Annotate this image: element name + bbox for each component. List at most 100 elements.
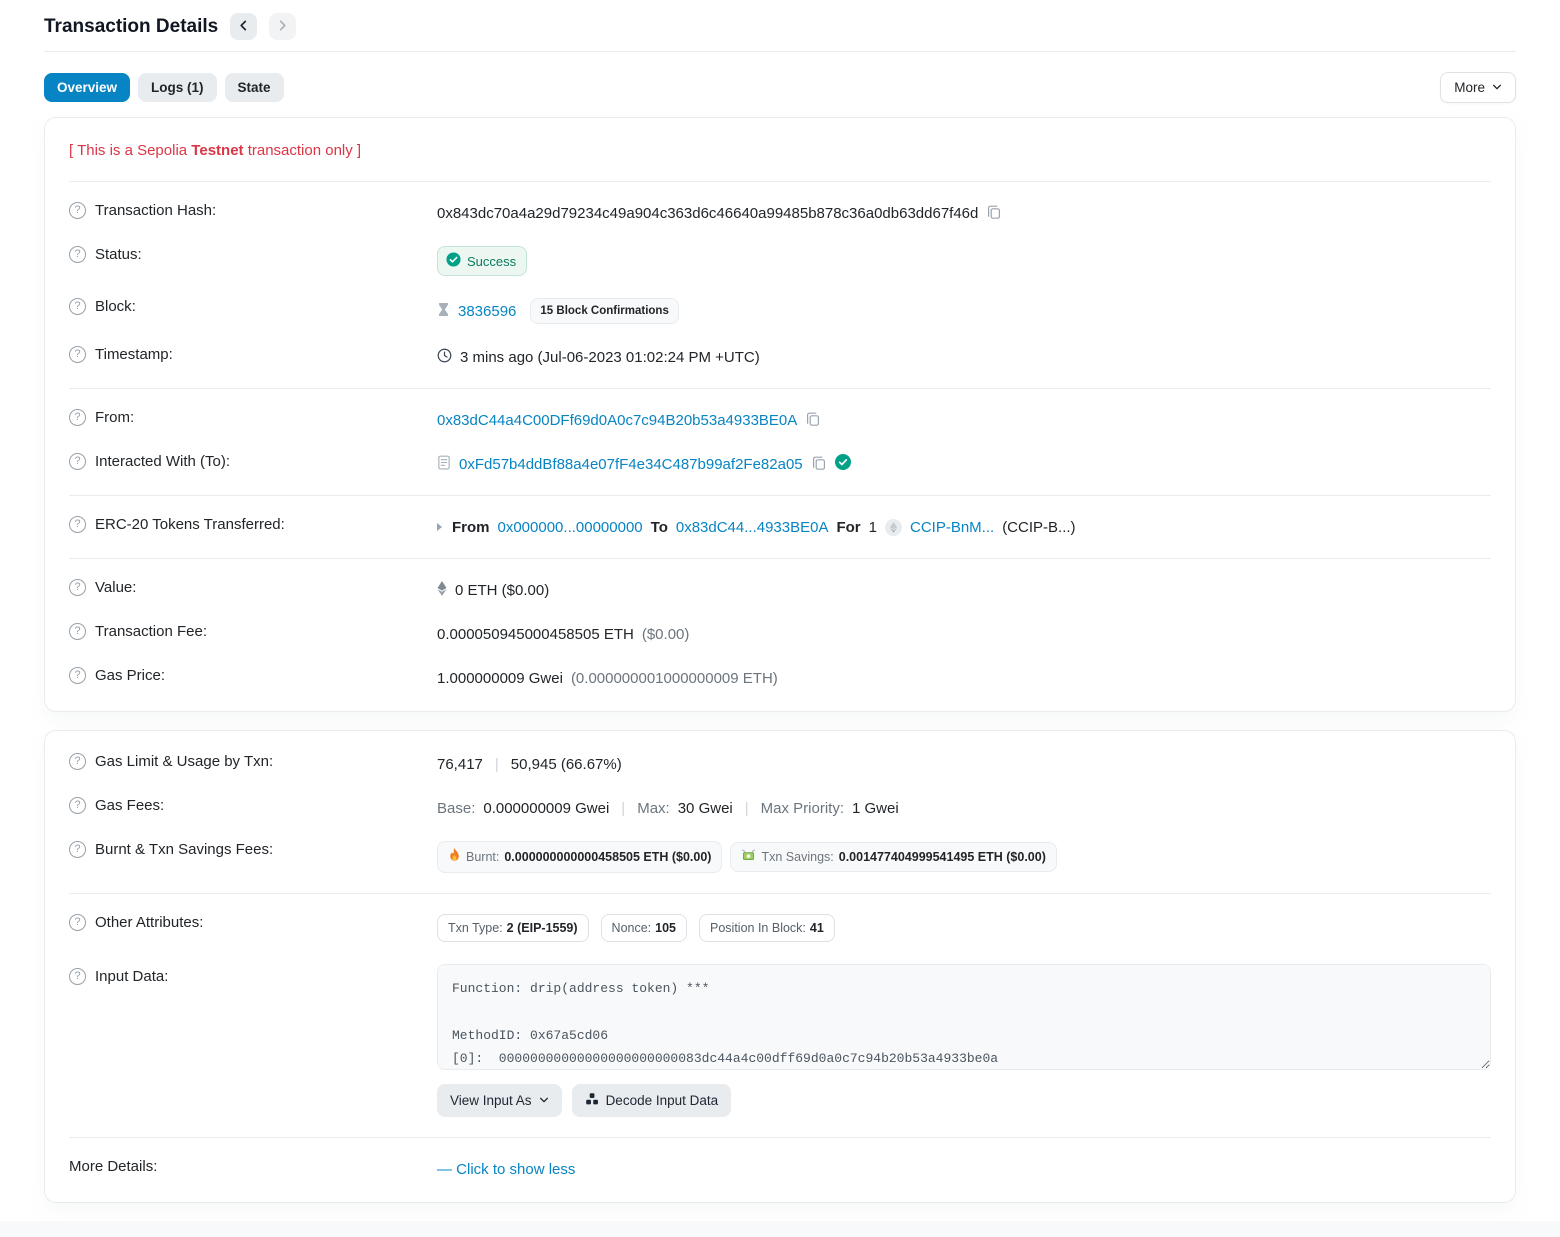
chevron-down-icon (539, 1093, 549, 1108)
gas-fees-row: Gas Fees: Base: 0.000000009 Gwei | Max: … (69, 786, 1491, 830)
help-icon[interactable] (69, 202, 86, 219)
copy-icon (805, 411, 821, 430)
testnet-notice: [ This is a Sepolia Testnet transaction … (69, 129, 1491, 172)
help-icon[interactable] (69, 409, 86, 426)
txn-type-value: 2 (EIP-1559) (507, 921, 578, 935)
help-icon[interactable] (69, 667, 86, 684)
verified-check-icon (835, 454, 851, 474)
input-data-row: Input Data: Function: drip(address token… (69, 953, 1491, 1128)
chevron-down-icon (1492, 80, 1502, 95)
help-icon[interactable] (69, 914, 86, 931)
help-icon[interactable] (69, 246, 86, 263)
tab-logs[interactable]: Logs (1) (138, 73, 217, 102)
help-icon[interactable] (69, 753, 86, 770)
erc20-to-address-link[interactable]: 0x83dC44...4933BE0A (676, 519, 829, 536)
gas-section: Gas Limit & Usage by Txn: 76,417 | 50,94… (69, 733, 1491, 893)
burnt-savings-label: Burnt & Txn Savings Fees: (95, 841, 273, 858)
txn-type-badge: Txn Type: 2 (EIP-1559) (437, 914, 589, 942)
help-icon[interactable] (69, 298, 86, 315)
show-less-link[interactable]: — Click to show less (437, 1161, 575, 1178)
main-container: Transaction Details Overview Logs (1) St… (0, 0, 1560, 1203)
other-attributes-label: Other Attributes: (95, 914, 203, 931)
erc20-label: ERC-20 Tokens Transferred: (95, 516, 285, 533)
tab-overview[interactable]: Overview (44, 73, 130, 102)
txn-savings-value: 0.001477404999541495 ETH ($0.00) (839, 850, 1046, 864)
erc20-amount: 1 (869, 519, 877, 536)
more-button[interactable]: More (1440, 72, 1516, 103)
erc20-token-link[interactable]: CCIP-BnM... (910, 519, 994, 536)
other-attributes-row: Other Attributes: Txn Type: 2 (EIP-1559)… (69, 903, 1491, 953)
erc20-from-address-link[interactable]: 0x000000...00000000 (498, 519, 643, 536)
clock-icon (437, 348, 452, 367)
view-input-as-button[interactable]: View Input As (437, 1084, 562, 1117)
block-number-link[interactable]: 3836596 (458, 303, 516, 320)
page-background-strip (0, 1221, 1560, 1237)
max-priority-label: Max Priority: (761, 800, 844, 817)
timestamp-label: Timestamp: (95, 346, 173, 363)
input-data-textarea[interactable]: Function: drip(address token) *** Method… (437, 964, 1491, 1070)
gas-price-row: Gas Price: 1.000000009 Gwei (0.000000001… (69, 656, 1491, 700)
block-row: Block: 3836596 15 Block Confirmations (69, 287, 1491, 335)
transaction-fee-usd: ($0.00) (642, 626, 690, 643)
notice-section: [ This is a Sepolia Testnet transaction … (69, 120, 1491, 181)
chevron-left-icon (238, 19, 249, 34)
status-label: Status: (95, 246, 142, 263)
transaction-hash-label: Transaction Hash: (95, 202, 216, 219)
separator: | (621, 800, 625, 817)
prev-transaction-button[interactable] (230, 13, 257, 40)
help-icon[interactable] (69, 623, 86, 640)
gas-price-alt: (0.000000001000000009 ETH) (571, 670, 778, 687)
transaction-fee-row: Transaction Fee: 0.000050945000458505 ET… (69, 612, 1491, 656)
tab-state[interactable]: State (225, 73, 284, 102)
block-confirmations-badge: 15 Block Confirmations (530, 298, 678, 324)
details-card: Gas Limit & Usage by Txn: 76,417 | 50,94… (44, 730, 1516, 1203)
block-label: Block: (95, 298, 136, 315)
position-in-block-badge: Position In Block: 41 (699, 914, 835, 942)
view-input-as-label: View Input As (450, 1093, 532, 1108)
eth-icon (437, 581, 447, 600)
base-fee-label: Base: (437, 800, 475, 817)
max-fee-label: Max: (637, 800, 670, 817)
help-icon[interactable] (69, 968, 86, 985)
copy-hash-button[interactable] (986, 204, 1002, 223)
input-actions: View Input As Decode Input Data (437, 1084, 1491, 1117)
chevron-right-icon (277, 19, 288, 34)
page-header: Transaction Details (44, 0, 1516, 51)
help-icon[interactable] (69, 841, 86, 858)
contract-icon (437, 455, 451, 474)
nonce-key: Nonce: (612, 921, 652, 935)
help-icon[interactable] (69, 579, 86, 596)
erc20-section: ERC-20 Tokens Transferred: From 0x000000… (69, 495, 1491, 558)
from-row: From: 0x83dC44a4C00DFf69d0A0c7c94B20b53a… (69, 398, 1491, 442)
copy-to-button[interactable] (811, 455, 827, 474)
next-transaction-button[interactable] (269, 13, 296, 40)
hourglass-icon (437, 302, 450, 321)
gas-limit-row: Gas Limit & Usage by Txn: 76,417 | 50,94… (69, 742, 1491, 786)
gas-price-value: 1.000000009 Gwei (437, 670, 563, 687)
input-data-label: Input Data: (95, 968, 168, 985)
notice-suffix: transaction only ] (244, 142, 362, 159)
decode-input-data-button[interactable]: Decode Input Data (572, 1084, 732, 1117)
copy-from-button[interactable] (805, 411, 821, 430)
interacted-address-link[interactable]: 0xFd57b4ddBf88a4e07fF4e34C487b99af2Fe82a… (459, 456, 803, 473)
gas-limit-value: 76,417 (437, 756, 483, 773)
gas-used-value: 50,945 (66.67%) (511, 756, 622, 773)
erc20-row: ERC-20 Tokens Transferred: From 0x000000… (69, 505, 1491, 549)
from-address-link[interactable]: 0x83dC44a4C00DFf69d0A0c7c94B20b53a4933BE… (437, 412, 797, 429)
help-icon[interactable] (69, 346, 86, 363)
value-fee-section: Value: 0 ETH ($0.00) Transaction Fee: 0.… (69, 558, 1491, 709)
max-priority-value: 1 Gwei (852, 800, 899, 817)
gas-limit-label: Gas Limit & Usage by Txn: (95, 753, 273, 770)
check-circle-icon (446, 252, 461, 270)
help-icon[interactable] (69, 516, 86, 533)
more-details-label: More Details: (69, 1158, 157, 1175)
addresses-section: From: 0x83dC44a4C00DFf69d0A0c7c94B20b53a… (69, 388, 1491, 495)
burnt-value: 0.000000000000458505 ETH ($0.00) (504, 850, 711, 864)
status-badge: Success (437, 246, 527, 276)
separator: | (745, 800, 749, 817)
help-icon[interactable] (69, 453, 86, 470)
copy-icon (986, 204, 1002, 223)
base-fee-value: 0.000000009 Gwei (483, 800, 609, 817)
page-title: Transaction Details (44, 16, 218, 38)
help-icon[interactable] (69, 797, 86, 814)
